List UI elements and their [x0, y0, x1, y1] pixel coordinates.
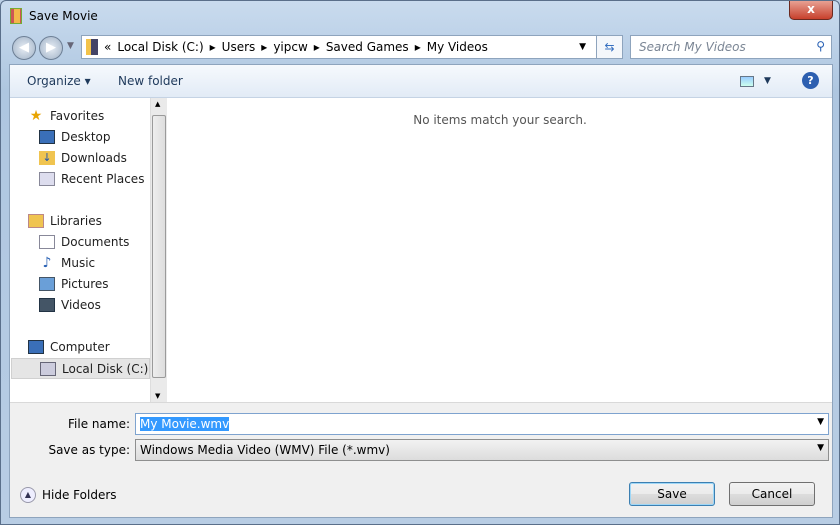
libraries-icon [28, 214, 44, 228]
refresh-button[interactable]: ⇆ [597, 35, 623, 59]
movie-app-icon [10, 8, 22, 24]
toolbar: Organize ▾ New folder ▼ ? [10, 65, 832, 98]
file-name-label: File name: [68, 417, 130, 431]
address-bar[interactable]: « Local Disk (C:) ▸ Users ▸ yipcw ▸ Saved G… [81, 35, 597, 59]
nav-label: Desktop [61, 130, 111, 144]
breadcrumb-yipcw[interactable]: yipcw [273, 40, 307, 54]
recent-places-icon [39, 172, 55, 186]
nav-documents[interactable]: Documents [39, 235, 129, 249]
back-button[interactable]: ◀ [12, 36, 36, 60]
nav-label: Pictures [61, 277, 109, 291]
nav-label: Local Disk (C:) [62, 361, 149, 376]
nav-libraries[interactable]: Libraries [28, 214, 102, 228]
new-folder-button[interactable]: New folder [118, 74, 183, 88]
search-placeholder: Search My Videos [639, 40, 746, 54]
nav-label: Libraries [50, 214, 102, 228]
help-icon[interactable]: ? [802, 72, 819, 89]
save-as-type-dropdown-icon[interactable]: ▼ [817, 443, 824, 453]
downloads-icon: ↓ [39, 151, 55, 165]
window-title: Save Movie [29, 9, 98, 23]
file-name-dropdown-icon[interactable]: ▼ [817, 417, 824, 427]
breadcrumb-separator-icon[interactable]: ▸ [415, 40, 421, 54]
nav-label: Computer [50, 340, 110, 354]
collapse-up-icon: ▲ [20, 487, 36, 503]
desktop-icon [39, 130, 55, 144]
nav-label: Documents [61, 235, 130, 249]
breadcrumb-separator-icon[interactable]: ▸ [261, 40, 267, 54]
nav-downloads[interactable]: ↓ Downloads [39, 151, 127, 165]
drive-icon [40, 361, 56, 376]
nav-recent-places[interactable]: Recent Places [39, 172, 144, 186]
scroll-up-icon[interactable]: ▲ [155, 100, 160, 108]
breadcrumb-saved-games[interactable]: Saved Games [326, 40, 409, 54]
hide-folders-label: Hide Folders [42, 488, 117, 502]
nav-local-disk[interactable]: Local Disk (C:) [11, 358, 150, 379]
nav-videos[interactable]: Videos [39, 298, 101, 312]
breadcrumb-my-videos[interactable]: My Videos [427, 40, 488, 54]
cancel-button[interactable]: Cancel [729, 482, 815, 506]
file-name-input[interactable]: My Movie.wmv ▼ [135, 413, 829, 435]
breadcrumb-users[interactable]: Users [222, 40, 256, 54]
nav-computer[interactable]: Computer [28, 340, 110, 354]
close-button[interactable]: x [789, 1, 833, 20]
nav-pictures[interactable]: Pictures [39, 277, 109, 291]
save-options-panel: File name: My Movie.wmv ▼ Save as type: W… [10, 402, 832, 517]
music-icon: ♪ [42, 255, 52, 271]
view-options-chevron-icon[interactable]: ▼ [764, 76, 771, 86]
file-name-value: My Movie.wmv [140, 417, 230, 431]
forward-button[interactable]: ▶ [39, 36, 63, 60]
organize-button[interactable]: Organize ▾ [27, 74, 91, 88]
breadcrumb-separator-icon[interactable]: ▸ [314, 40, 320, 54]
documents-icon [39, 235, 55, 249]
dialog-body: Organize ▾ New folder ▼ ? ★ Favorites Des… [9, 64, 833, 518]
save-as-type-label: Save as type: [48, 443, 130, 457]
breadcrumb-local-disk[interactable]: Local Disk (C:) [117, 40, 203, 54]
search-input[interactable]: Search My Videos ⚲ [630, 35, 832, 59]
empty-message: No items match your search. [413, 113, 587, 127]
address-dropdown-icon[interactable]: ▼ [579, 42, 586, 52]
computer-icon [28, 340, 44, 354]
save-as-type-value: Windows Media Video (WMV) File (*.wmv) [140, 443, 390, 457]
navigation-pane: ★ Favorites Desktop ↓ Downloads Recent Pla… [10, 98, 167, 402]
nav-label: Downloads [61, 151, 127, 165]
nav-desktop[interactable]: Desktop [39, 130, 111, 144]
save-as-type-select[interactable]: Windows Media Video (WMV) File (*.wmv) ▼ [135, 439, 829, 461]
breadcrumb-separator-icon[interactable]: ▸ [210, 40, 216, 54]
scrollbar-thumb[interactable] [152, 115, 166, 378]
nav-label: Music [61, 256, 96, 270]
scroll-down-icon[interactable]: ▼ [155, 392, 160, 400]
nav-label: Favorites [50, 109, 105, 123]
nav-label: Videos [61, 298, 101, 312]
nav-label: Recent Places [61, 172, 145, 186]
nav-music[interactable]: ♪ Music [39, 255, 96, 271]
search-icon[interactable]: ⚲ [816, 39, 825, 53]
save-button[interactable]: Save [629, 482, 715, 506]
pictures-icon [39, 277, 55, 291]
star-icon: ★ [29, 108, 43, 124]
breadcrumb-overflow[interactable]: « [104, 40, 111, 54]
navigation-scrollbar[interactable]: ▲ ▼ [150, 98, 167, 402]
change-view-icon[interactable] [740, 76, 754, 87]
save-movie-dialog: Save Movie x ◀ ▶ ▼ « Local Disk (C:) ▸ Us… [0, 0, 840, 525]
hide-folders-button[interactable]: ▲ Hide Folders [20, 487, 117, 503]
videos-icon [39, 298, 55, 312]
recent-pages-chevron-icon[interactable]: ▼ [67, 41, 74, 51]
nav-favorites[interactable]: ★ Favorites [28, 108, 105, 124]
videos-folder-icon [86, 39, 98, 55]
